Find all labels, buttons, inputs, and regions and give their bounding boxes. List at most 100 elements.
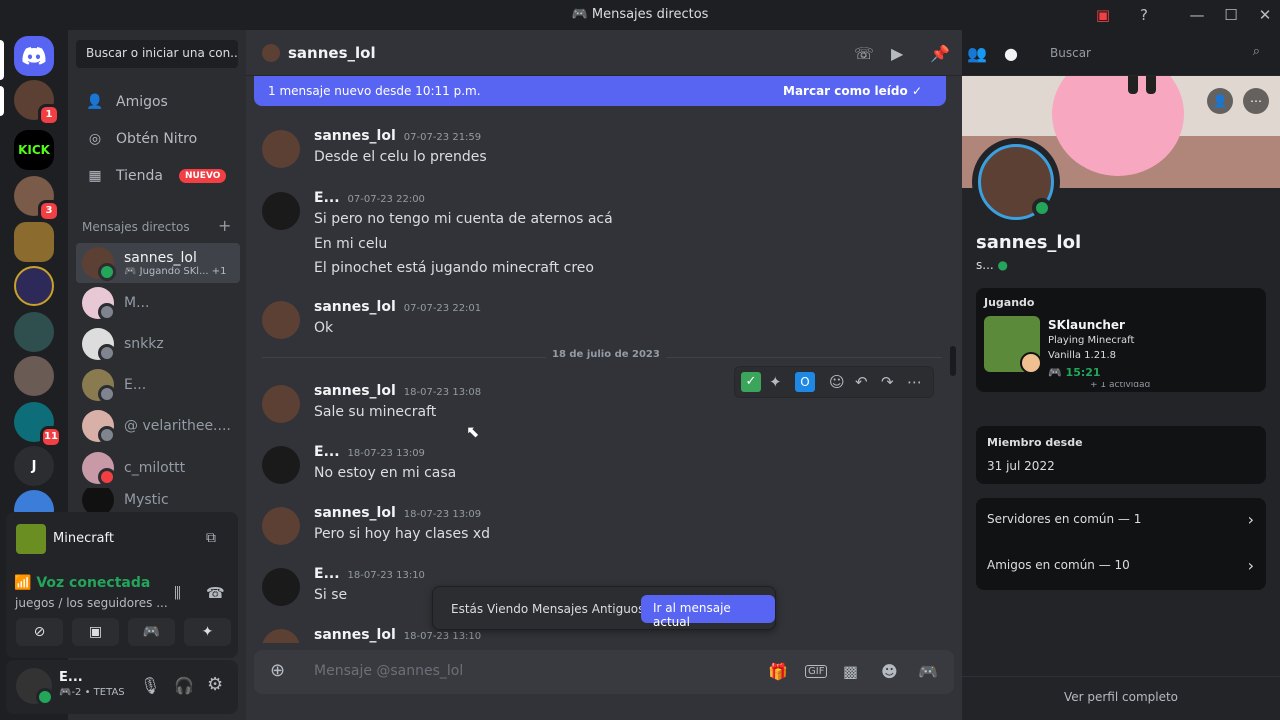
more-options-icon[interactable]: ⋯ <box>907 373 922 391</box>
bird-reaction-icon[interactable]: ✦ <box>769 373 782 391</box>
avatar <box>82 410 116 444</box>
message-composer[interactable]: ⊕ Mensaje @sannes_lol 🎁 GIF ▩ ☻ 🎮 <box>254 650 954 694</box>
mutual-servers-row[interactable]: Servidores en común — 1 › <box>976 498 1266 544</box>
message-text: Si se <box>314 587 348 603</box>
nav-shop[interactable]: ▦ Tienda NUEVO <box>76 158 238 194</box>
video-call-icon[interactable]: ▶ <box>891 44 903 63</box>
minecraft-server-icon[interactable] <box>14 222 54 262</box>
avatar[interactable] <box>262 507 300 545</box>
nav-friends[interactable]: 👤 Amigos <box>76 84 238 120</box>
user-profile-icon[interactable]: ● <box>1004 44 1018 63</box>
inbox-icon[interactable]: ▣ <box>1092 4 1114 26</box>
profile-name: sannes_lol <box>976 232 1082 253</box>
server-avatar-3-icon[interactable] <box>14 266 54 306</box>
message[interactable]: E... 18-07-23 13:09 No estoy en mi casa <box>262 444 942 484</box>
message[interactable]: sannes_lol 18-07-23 13:09 Pero si hoy hay… <box>262 505 942 545</box>
add-friend-icon[interactable]: 👥 <box>967 44 987 63</box>
microphone-icon[interactable]: 🎙 <box>140 676 160 695</box>
more-options-icon[interactable]: ⋯ <box>1243 88 1269 114</box>
chevron-right-icon: › <box>1247 510 1254 529</box>
avatar <box>82 452 116 486</box>
mutual-friends-row[interactable]: Amigos en común — 10 › <box>976 544 1266 590</box>
avatar[interactable] <box>262 446 300 484</box>
view-full-profile-link[interactable]: Ver perfil completo <box>962 690 1280 704</box>
signal-icon: 📶 <box>14 575 32 591</box>
voice-channel[interactable]: juegos / los seguidores ... <box>15 596 168 610</box>
more-activities-link[interactable]: + 1 actividad <box>1090 382 1150 392</box>
sticker-icon[interactable]: ▩ <box>843 662 858 681</box>
profile-tag: s... <box>976 258 994 272</box>
scrollbar[interactable] <box>950 346 956 376</box>
check-reaction-icon[interactable]: ✓ <box>741 372 761 392</box>
server-j-icon[interactable]: J <box>14 446 54 486</box>
server-avatar-4-icon[interactable] <box>14 312 54 352</box>
server-avatar-6-icon[interactable]: 11 <box>14 402 62 448</box>
settings-gear-icon[interactable]: ⚙ <box>207 674 223 695</box>
game-name: Minecraft <box>53 531 114 546</box>
forward-icon[interactable]: ↷ <box>881 373 894 391</box>
headphones-icon[interactable]: 🎧 <box>174 676 194 695</box>
close-button[interactable]: ✕ <box>1254 4 1276 26</box>
gamepad-icon: 🎮 <box>59 687 72 698</box>
dm-item[interactable]: @ velarithee.... <box>76 406 240 446</box>
avatar[interactable] <box>262 568 300 606</box>
server-avatar-5-icon[interactable] <box>14 356 54 396</box>
kick-server-icon[interactable]: KICK <box>14 130 54 170</box>
voice-status[interactable]: Voz conectada <box>36 575 150 591</box>
reply-icon[interactable]: ↶ <box>855 373 868 391</box>
dm-item[interactable]: c_milottt <box>76 448 240 488</box>
noise-suppression-icon[interactable]: ⫼ <box>174 584 181 602</box>
add-reaction-icon[interactable]: ☺ <box>829 373 845 391</box>
pin-icon[interactable]: 📌 <box>930 44 950 63</box>
nav-nitro[interactable]: ◎ Obtén Nitro <box>76 121 238 157</box>
dm-item[interactable]: M... <box>76 283 240 323</box>
user-panel: E... 🎮-2 • TETAS 🎙 🎧 ⚙ <box>6 660 238 714</box>
screen-share-button[interactable]: ▣ <box>72 618 119 646</box>
avatar[interactable] <box>262 629 300 643</box>
disconnect-icon[interactable]: ☎ <box>206 584 225 602</box>
jump-to-present-button[interactable]: Ir al mensaje actual <box>641 595 775 629</box>
help-icon[interactable]: ? <box>1133 4 1155 26</box>
emoji-icon[interactable]: ☻ <box>881 662 898 681</box>
activity-button[interactable]: 🎮 <box>128 618 175 646</box>
message[interactable]: sannes_lol 07-07-23 22:01 Ok <box>262 299 942 339</box>
find-conversation-button[interactable]: Buscar o iniciar una con... <box>76 40 238 68</box>
message-text: No estoy en mi casa <box>314 465 457 481</box>
dm-item[interactable]: snkkz <box>76 324 240 364</box>
add-attachment-icon[interactable]: ⊕ <box>270 660 285 681</box>
activities-icon[interactable]: 🎮 <box>918 662 938 681</box>
screen-share-icon[interactable]: ⧉ <box>206 530 216 546</box>
dm-item[interactable]: sannes_lol 🎮 Jugando SKl... +1 <box>76 243 240 283</box>
add-friend-icon[interactable]: 👤 <box>1207 88 1233 114</box>
minimize-button[interactable]: — <box>1186 4 1208 26</box>
status-online-icon <box>1032 198 1052 218</box>
dm-item[interactable]: Mystic <box>76 488 240 512</box>
avatar[interactable] <box>262 130 300 168</box>
gift-icon[interactable]: 🎁 <box>768 662 788 681</box>
dm-item[interactable]: E... <box>76 365 240 405</box>
gif-icon[interactable]: GIF <box>805 665 828 678</box>
discord-home-icon[interactable] <box>14 36 54 76</box>
profile-panel: 👤 ⋯ sannes_lol s... ● Jugando SKlauncher… <box>962 76 1280 720</box>
avatar[interactable] <box>262 301 300 339</box>
date-divider-label: 18 de julio de 2023 <box>546 349 666 360</box>
message-input[interactable]: Mensaje @sannes_lol <box>314 663 463 679</box>
message[interactable]: sannes_lol 07-07-23 21:59 Desde el celu l… <box>262 128 942 168</box>
message[interactable]: E... 07-07-23 22:00 Si pero no tengo mi c… <box>262 190 942 280</box>
nitro-icon: ◎ <box>88 131 102 147</box>
mark-read-button[interactable]: Marcar como leído ✓ <box>783 84 922 98</box>
o-reaction-icon[interactable]: O <box>795 372 815 392</box>
friends-icon: 👤 <box>86 94 104 110</box>
soundboard-button[interactable]: ✦ <box>184 618 231 646</box>
server-avatar-2-icon[interactable]: 3 <box>14 176 60 222</box>
server-avatar-1-icon[interactable]: 1 <box>14 80 60 126</box>
camera-off-button[interactable]: ⊘ <box>16 618 63 646</box>
avatar[interactable] <box>262 385 300 423</box>
create-dm-icon[interactable]: + <box>218 216 231 235</box>
voice-call-icon[interactable]: ☏ <box>854 44 874 63</box>
maximize-button[interactable]: ☐ <box>1220 4 1242 26</box>
new-messages-banner[interactable]: 1 mensaje nuevo desde 10:11 p.m. Marcar … <box>254 76 946 106</box>
avatar[interactable] <box>262 192 300 230</box>
search-input[interactable]: Buscar ⌕ <box>1042 40 1268 66</box>
user-avatar[interactable] <box>16 668 54 706</box>
